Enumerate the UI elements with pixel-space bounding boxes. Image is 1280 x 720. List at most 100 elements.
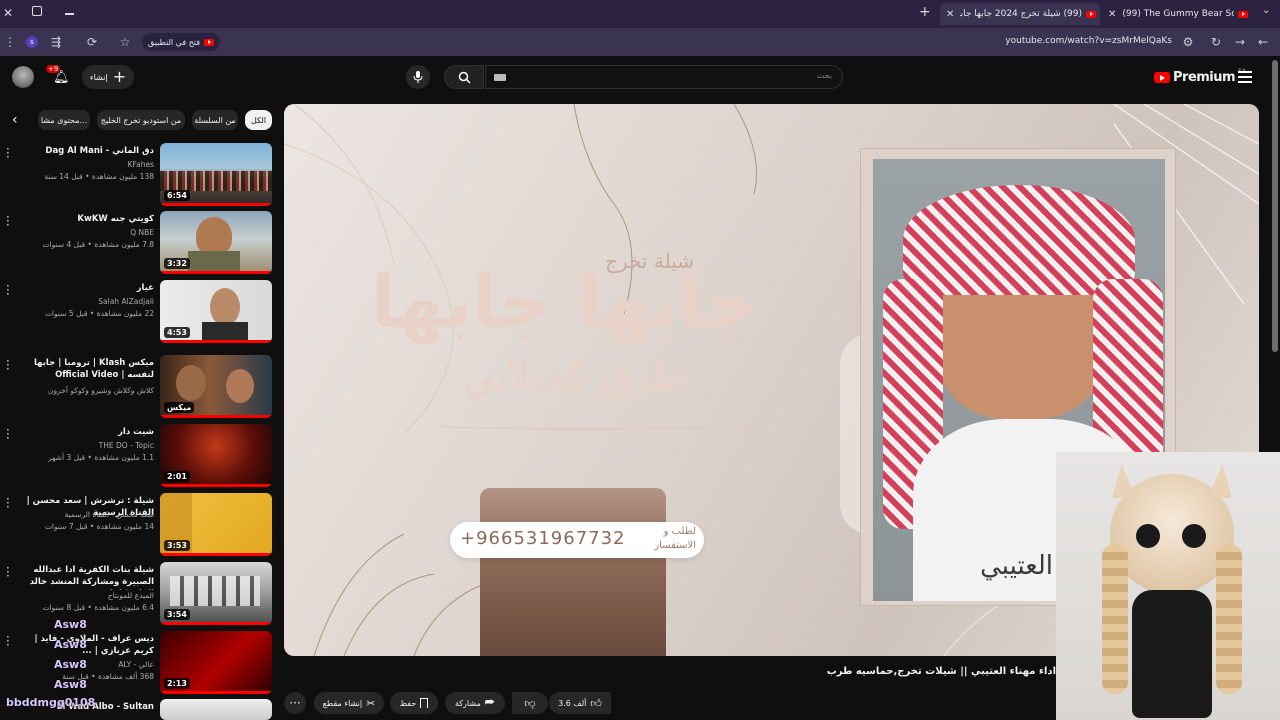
chip-from-series[interactable]: من السلسلة (192, 110, 238, 130)
channel-name[interactable]: THE DO - Topic (14, 440, 154, 452)
youtube-logo[interactable]: Premium SA (1154, 68, 1246, 86)
duration-badge: 6:54 (164, 190, 190, 201)
clip-button[interactable]: إنشاء مقطع ✂ (314, 692, 384, 714)
more-options-icon[interactable]: · · · (6, 424, 12, 444)
more-options-icon[interactable]: · · · (6, 143, 12, 163)
video-thumbnail[interactable]: 3:32 (160, 211, 272, 274)
watched-progress-bar (160, 415, 272, 418)
create-label: إنشاء (89, 72, 108, 82)
list-item[interactable]: ميكس · · · ميكس Klash | ترومبا | جابها لنف… (0, 355, 276, 423)
list-item[interactable]: 3:53 · · · شيلة : ترشرش | سعد محسن | القنا… (0, 493, 276, 561)
notifications-icon[interactable]: 🔔︎ +9 (46, 65, 70, 86)
open-in-app-button[interactable]: فتح في التطبيق (142, 33, 221, 51)
extension-icon[interactable]: s (26, 36, 38, 48)
back-icon[interactable]: ← (1255, 34, 1271, 50)
video-title[interactable]: شيلة بنات الكفرية ادا عبدالله الصبيرة وم… (14, 564, 154, 590)
more-options-icon[interactable]: · · · (6, 493, 12, 513)
chip-label: الكل (250, 115, 267, 125)
open-in-app-label: فتح في التطبيق (148, 37, 201, 47)
keyboard-icon[interactable] (494, 74, 506, 81)
duration-badge: 3:54 (164, 609, 190, 620)
channel-name[interactable]: Salah AlZadjali (14, 296, 154, 308)
close-window-icon[interactable]: ✕ (3, 6, 15, 20)
tab-menu-icon[interactable]: ⌄ (1262, 5, 1270, 16)
watched-progress-bar (160, 340, 272, 343)
video-thumbnail[interactable]: 4:53 (160, 280, 272, 343)
video-thumbnail[interactable] (160, 699, 272, 720)
share-button[interactable]: مشاركة ⮫ (445, 692, 505, 714)
create-button[interactable]: إنشاء + (82, 65, 134, 89)
duration-badge: 2:13 (164, 678, 190, 689)
refresh-app-icon[interactable]: ⟳ (84, 34, 100, 50)
youtube-header: 🔔︎ +9 إنشاء + بحث Premium SA (0, 56, 1280, 98)
channel-name[interactable]: Q NBE (14, 227, 154, 239)
more-actions-button[interactable]: ··· (284, 692, 306, 714)
more-options-icon[interactable]: · · · (6, 355, 12, 375)
list-item[interactable]: 6:54 · · · دق الماني - Dag Al Mani KFahes … (0, 143, 276, 211)
more-options-icon[interactable]: · · · (6, 211, 12, 231)
url-text[interactable]: youtube.com/watch?v=zsMrMelQaKs (980, 36, 1172, 46)
video-title[interactable]: ميكس Klash | ترومبا | جابها لنفسه | Offi… (14, 357, 154, 381)
more-options-icon[interactable]: · · · (6, 562, 12, 582)
video-title[interactable]: عيار (14, 282, 154, 294)
list-item[interactable]: 4:53 · · · عيار Salah AlZadjali 22 مليون م… (0, 280, 276, 348)
video-thumbnail[interactable]: 2:01 (160, 424, 272, 487)
channel-name[interactable]: كلاش وكلاش وشيرو وكوكو آخرون (14, 385, 154, 397)
logo-label: Premium (1173, 69, 1236, 85)
video-thumbnail[interactable]: 2:13 (160, 631, 272, 694)
candle-decoration (480, 488, 666, 656)
title-underline (432, 420, 752, 430)
bookmark-star-icon[interactable]: ☆ (117, 34, 133, 50)
chat-message: Asw8 (54, 638, 87, 651)
dislike-button[interactable]: 👎︎ (512, 692, 548, 714)
minimize-window-icon[interactable] (65, 13, 74, 15)
tab-close-icon[interactable]: ✕ (1108, 9, 1116, 20)
tab-current[interactable]: ✕ (99) شيلة تخرج 2024 جابها جابها (940, 3, 1100, 25)
frame-name-text: العتيبي (980, 551, 1053, 581)
youtube-favicon-icon (204, 38, 215, 46)
voice-search-button[interactable] (406, 65, 430, 89)
video-thumbnail[interactable]: 3:53 (160, 493, 272, 556)
reading-list-icon[interactable]: ⇶ (48, 34, 64, 50)
video-thumbnail[interactable]: 3:54 (160, 562, 272, 625)
forward-icon[interactable]: → (1232, 34, 1248, 50)
tab-gummy-bear[interactable]: ✕ (99) The Gummy Bear Song - L (1102, 3, 1252, 25)
list-item[interactable]: 3:32 · · · كويتي جنه KwKW Q NBE 7.8 مليون … (0, 211, 276, 279)
youtube-favicon-icon (1086, 10, 1096, 18)
tab-close-icon[interactable]: ✕ (946, 9, 954, 20)
browser-menu-icon[interactable]: ⋮ (2, 34, 18, 50)
search-button[interactable] (444, 65, 484, 89)
contact-banner: +966531967732 لطلب و الاستفسار (450, 522, 704, 558)
channel-name[interactable]: سعد محسن - القناة الرسمية (14, 509, 154, 521)
search-input[interactable]: بحث (485, 65, 843, 89)
video-title[interactable]: دق الماني - Dag Al Mani (14, 145, 154, 157)
avatar[interactable] (12, 66, 34, 88)
reload-icon[interactable]: ↻ (1208, 34, 1224, 50)
like-button[interactable]: 3.6 ألف 👍︎ (549, 692, 611, 714)
page-scrollbar[interactable] (1272, 60, 1278, 352)
more-options-icon[interactable]: · · · (6, 280, 12, 300)
chips-prev-icon[interactable]: ‹ (12, 112, 18, 128)
video-thumbnail[interactable]: 6:54 (160, 143, 272, 206)
channel-name[interactable]: KFahes (14, 159, 154, 171)
chip-related[interactable]: محتوى مشا... (38, 110, 90, 130)
chip-all[interactable]: الكل (245, 110, 272, 130)
chat-message: Asw8 (54, 678, 87, 691)
cat-figure (1102, 464, 1242, 720)
video-thumbnail[interactable]: ميكس (160, 355, 272, 418)
share-label: مشاركة (454, 698, 481, 708)
chip-from-studio[interactable]: من استوديو تخرج الخليج (97, 110, 185, 130)
thumbs-down-icon: 👎︎ (524, 696, 536, 710)
new-tab-icon[interactable]: + (919, 4, 931, 20)
guide-menu-icon[interactable] (1238, 71, 1252, 83)
save-button[interactable]: حفظ (390, 692, 438, 714)
maximize-window-icon[interactable] (32, 6, 42, 16)
video-title[interactable]: شيت دار (14, 426, 154, 438)
video-title[interactable]: كويتي جنه KwKW (14, 213, 154, 225)
like-count: 3.6 ألف (558, 698, 587, 708)
channel-name[interactable]: المبدع للمونتاج (14, 590, 154, 602)
list-item[interactable]: 2:01 · · · شيت دار THE DO - Topic 1.1 مليو… (0, 424, 276, 492)
site-settings-icon[interactable]: ⚙ (1180, 34, 1196, 50)
video-meta: 6.4 مليون مشاهدة • قبل 8 سنوات (42, 603, 154, 612)
chip-label: محتوى مشا... (40, 115, 88, 125)
